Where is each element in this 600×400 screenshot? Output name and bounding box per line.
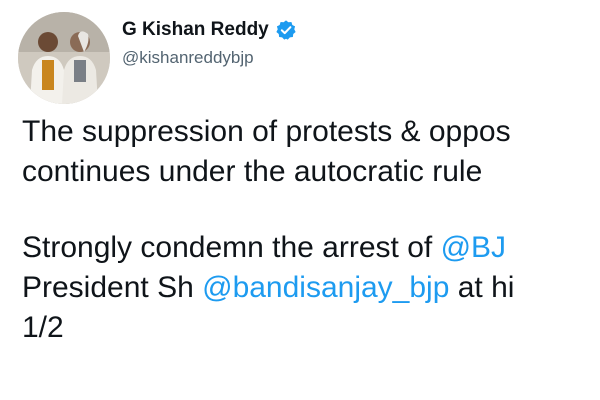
tweet-text-segment: at hi	[449, 271, 515, 304]
thread-counter: 1/2	[22, 311, 64, 344]
tweet-text: The suppression of protests & oppos cont…	[22, 112, 600, 348]
tweet-text-segment: President Sh	[22, 271, 203, 304]
tweet-line: continues under the autocratic rule	[22, 155, 483, 188]
tweet-text-segment: Strongly condemn the arrest of	[22, 231, 441, 264]
handle[interactable]: @kishanreddybjp	[122, 48, 254, 68]
profile-name-row: G Kishan Reddy	[122, 16, 297, 44]
avatar-photo	[18, 12, 110, 104]
avatar[interactable]	[18, 12, 110, 104]
mention-link[interactable]: @BJ	[441, 231, 506, 264]
tweet-line: Strongly condemn the arrest of @BJ	[22, 228, 600, 268]
verified-badge-icon	[275, 19, 297, 41]
display-name[interactable]: G Kishan Reddy	[122, 19, 269, 41]
tweet-line: The suppression of protests & oppos	[22, 115, 511, 148]
mention-link-bandisanjay[interactable]: @bandisanjay_bjp	[202, 271, 449, 304]
tweet-line: President Sh @bandisanjay_bjp at hi	[22, 268, 600, 308]
